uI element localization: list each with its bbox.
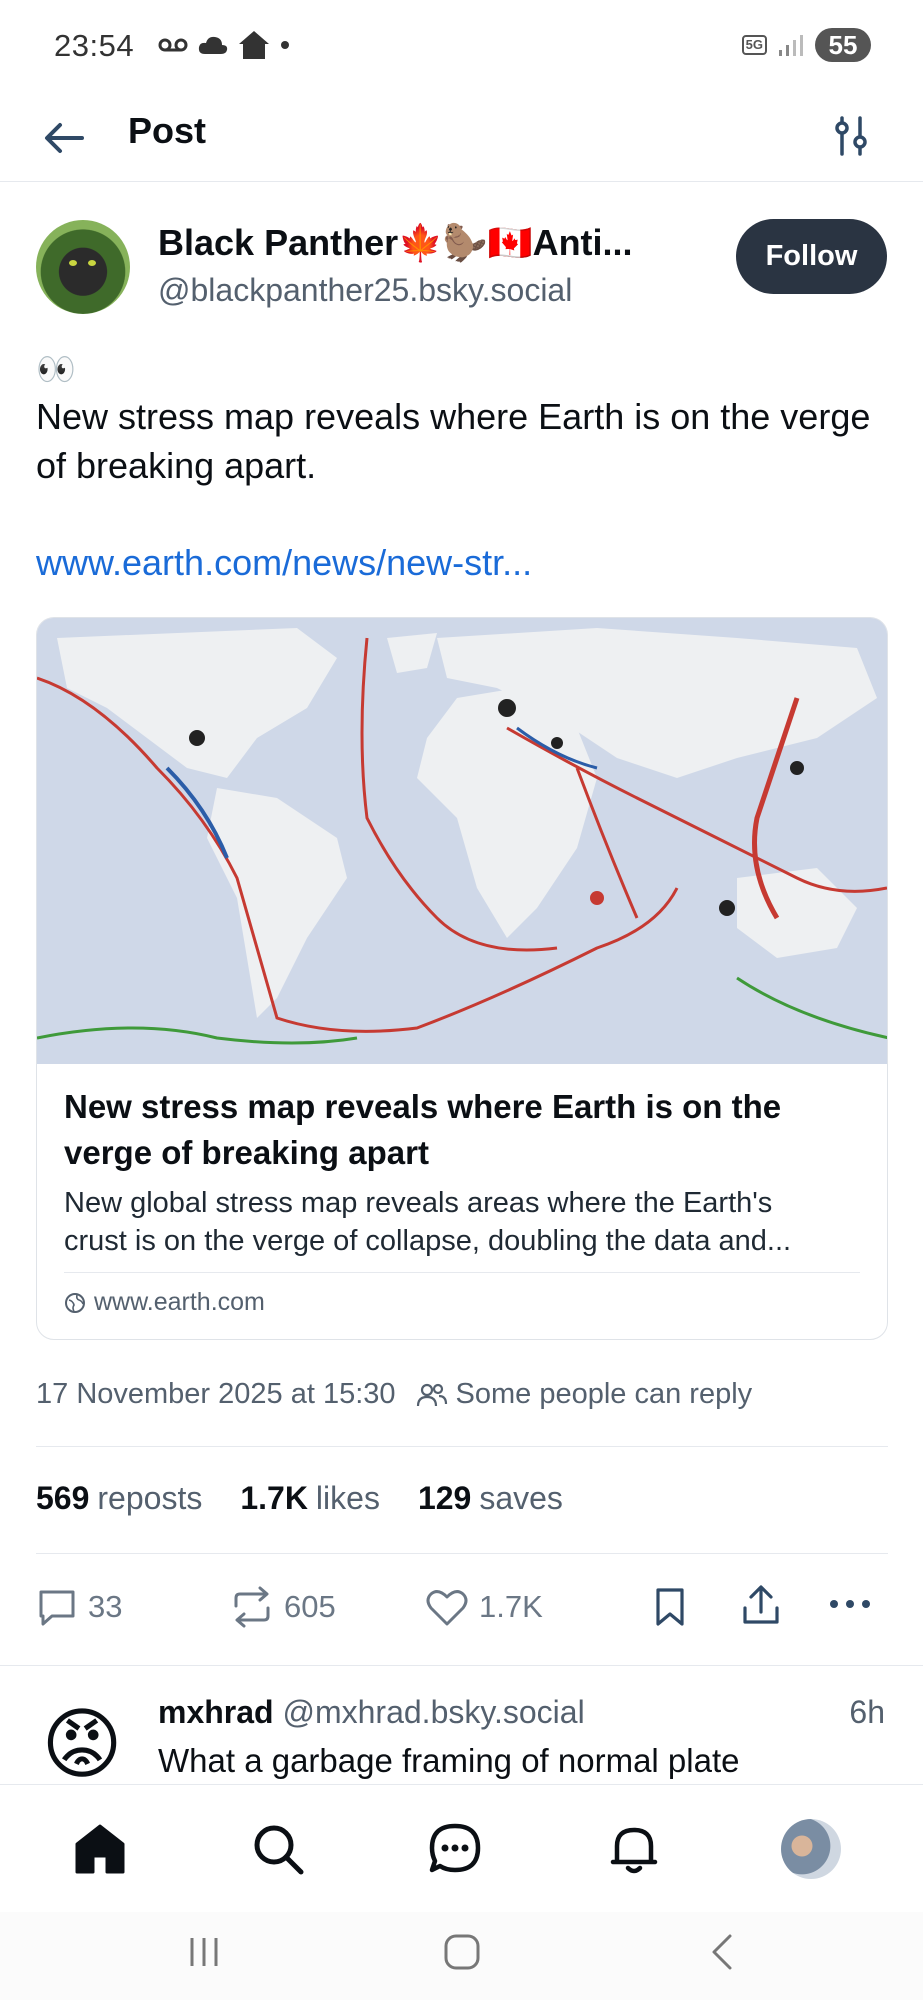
author-handle[interactable]: @blackpanther25.bsky.social	[158, 272, 572, 309]
card-divider	[64, 1272, 860, 1273]
nav-notifications[interactable]	[604, 1819, 664, 1879]
post-stats: 569 reposts 1.7K likes 129 saves	[36, 1480, 563, 1517]
post-meta: 17 November 2025 at 15:30 Some people ca…	[36, 1378, 752, 1411]
filter-icon[interactable]	[829, 114, 873, 158]
link-card-domain-row: www.earth.com	[64, 1288, 265, 1317]
link-card-title: New stress map reveals where Earth is on…	[64, 1088, 782, 1171]
share-icon	[743, 1585, 779, 1624]
reply-setting-label: Some people can reply	[455, 1378, 753, 1410]
nav-chat[interactable]	[425, 1819, 485, 1879]
post-action-bar: 33 605 1.7K	[0, 1580, 923, 1650]
people-icon	[416, 1383, 447, 1406]
nav-profile-avatar[interactable]	[781, 1819, 841, 1879]
home-icon	[75, 1824, 125, 1874]
bottom-nav	[0, 1784, 923, 1912]
avatar-eye	[69, 260, 77, 266]
battery-level: 55	[815, 28, 871, 62]
post-timestamp: 17 November 2025 at 15:30	[36, 1378, 396, 1410]
reply-time: 6h	[849, 1694, 885, 1730]
stress-map-image	[37, 618, 887, 1064]
chat-icon	[429, 1823, 481, 1873]
status-icons-right: 5G 55	[741, 28, 871, 62]
more-button[interactable]	[828, 1598, 872, 1610]
heart-icon	[426, 1590, 468, 1626]
post-emoji: 👀	[36, 351, 76, 387]
saves-label: saves	[479, 1480, 563, 1516]
likes-label: likes	[315, 1480, 380, 1516]
author-name[interactable]: Black Panther🍁🦫🇨🇦Anti...	[158, 222, 678, 264]
globe-icon	[65, 1292, 85, 1313]
angry-face-emoji: 😡	[41, 1700, 123, 1788]
reply-author-name: mxhrad	[158, 1694, 274, 1730]
back-system-icon[interactable]	[702, 1932, 742, 1972]
nav-home[interactable]	[70, 1819, 130, 1879]
reply-icon	[39, 1590, 75, 1626]
cloud-icon	[198, 36, 228, 54]
page-title: Post	[128, 110, 207, 151]
recent-apps-icon[interactable]	[184, 1932, 224, 1972]
link-preview-card[interactable]: New stress map reveals where Earth is on…	[36, 617, 888, 1340]
reply-count: 33	[88, 1589, 123, 1624]
saves-stat[interactable]: 129 saves	[418, 1480, 563, 1517]
search-icon	[254, 1825, 304, 1875]
reposts-stat[interactable]: 569 reposts	[36, 1480, 202, 1517]
like-count: 1.7K	[479, 1589, 543, 1624]
reply-author-avatar[interactable]: 😡	[38, 1700, 126, 1788]
reply-author-handle: @mxhrad.bsky.social	[282, 1694, 585, 1730]
reply-button[interactable]: 33	[36, 1586, 122, 1628]
voicemail-icon	[158, 38, 188, 52]
signal-icon	[779, 35, 803, 56]
status-time: 23:54	[54, 28, 135, 63]
repost-icon	[234, 1586, 270, 1628]
like-button[interactable]: 1.7K	[425, 1586, 543, 1628]
top-header: Post	[0, 92, 923, 182]
likes-count: 1.7K	[240, 1480, 308, 1516]
author-avatar[interactable]	[36, 220, 130, 314]
system-nav-bar	[0, 1912, 923, 2000]
reposts-count: 569	[36, 1480, 90, 1516]
bell-icon	[610, 1827, 658, 1874]
bookmark-icon	[656, 1588, 684, 1626]
repost-button[interactable]: 605	[230, 1586, 336, 1628]
post-text: New stress map reveals where Earth is on…	[36, 396, 871, 486]
divider	[36, 1553, 888, 1554]
divider	[36, 1446, 888, 1447]
section-separator	[0, 1665, 923, 1675]
nav-search[interactable]	[248, 1819, 308, 1879]
avatar-eye	[88, 260, 96, 266]
network-type: 5G	[741, 35, 767, 55]
more-icon	[830, 1600, 870, 1608]
reply-setting[interactable]: Some people can reply	[416, 1378, 753, 1411]
status-bar: 23:54 5G 55	[0, 0, 923, 92]
repost-count: 605	[284, 1589, 336, 1624]
likes-stat[interactable]: 1.7K likes	[240, 1480, 380, 1517]
home-status-icon	[239, 31, 269, 59]
bookmark-button[interactable]	[652, 1586, 688, 1628]
reposts-label: reposts	[97, 1480, 203, 1516]
share-button[interactable]	[740, 1584, 782, 1628]
back-arrow-icon[interactable]	[40, 114, 88, 162]
dot-icon	[281, 41, 289, 49]
reply-author[interactable]: mxhrad @mxhrad.bsky.social	[158, 1694, 585, 1731]
status-icons-left	[158, 30, 290, 60]
follow-button[interactable]: Follow	[736, 219, 887, 294]
post-link[interactable]: www.earth.com/news/new-str...	[36, 542, 532, 584]
reply-text[interactable]: What a garbage framing of normal plate	[158, 1742, 739, 1780]
saves-count: 129	[417, 1480, 472, 1516]
link-card-description: New global stress map reveals areas wher…	[64, 1187, 792, 1257]
link-card-domain: www.earth.com	[94, 1288, 265, 1316]
home-system-icon[interactable]	[442, 1932, 482, 1972]
